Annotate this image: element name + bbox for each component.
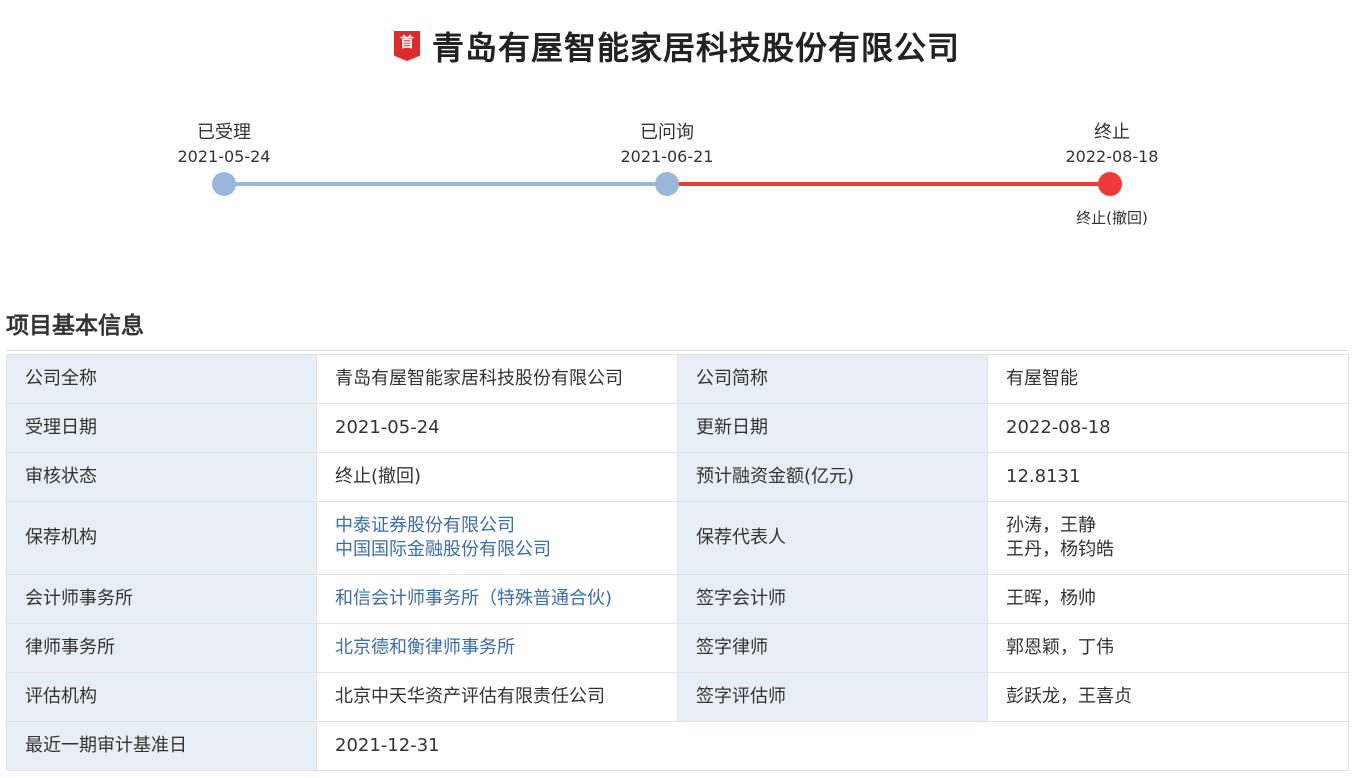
sponsor-link[interactable]: 中泰证券股份有限公司 (335, 514, 659, 538)
update-date-label: 更新日期 (677, 403, 988, 453)
company-full-name-value: 青岛有屋智能家居科技股份有限公司 (316, 354, 678, 404)
planned-financing-label: 预计融资金额(亿元) (677, 452, 988, 502)
table-row: 受理日期 2021-05-24 更新日期 2022-08-18 (6, 403, 1349, 453)
company-short-name-value: 有屋智能 (987, 354, 1349, 404)
timeline-segment-inquired-to-terminated (667, 182, 1110, 186)
timeline-step-status: 终止(撤回) (1076, 209, 1148, 227)
sponsor-reps-line: 王丹，杨钧皓 (1006, 539, 1114, 560)
table-row: 保荐机构 中泰证券股份有限公司 中国国际金融股份有限公司 保荐代表人 孙涛，王静… (6, 501, 1349, 575)
timeline-node-accepted (212, 172, 236, 196)
sponsor-reps-value: 孙涛，王静 王丹，杨钧皓 (987, 501, 1349, 575)
accounting-firm-link[interactable]: 和信会计师事务所（特殊普通合伙) (335, 588, 612, 609)
signing-appraiser-value: 彭跃龙，王喜贞 (987, 672, 1349, 722)
audit-base-date-value: 2021-12-31 (316, 721, 1349, 771)
law-firm-link[interactable]: 北京德和衡律师事务所 (335, 637, 515, 658)
timeline-step-date: 2021-06-21 (620, 147, 714, 166)
audit-base-date-label: 最近一期审计基准日 (6, 721, 317, 771)
table-row: 最近一期审计基准日 2021-12-31 (6, 721, 1349, 771)
timeline-step-date: 2022-08-18 (1065, 147, 1159, 166)
section-divider (6, 350, 1348, 351)
signing-lawyer-value: 郭恩颖，丁伟 (987, 623, 1349, 673)
timeline-segment-accepted-to-inquired (224, 182, 667, 186)
signing-lawyer-label: 签字律师 (677, 623, 988, 673)
law-firm-value: 北京德和衡律师事务所 (316, 623, 678, 673)
appraisal-firm-label: 评估机构 (6, 672, 317, 722)
signing-accountant-label: 签字会计师 (677, 574, 988, 624)
review-timeline: 已受理 2021-05-24 已问询 2021-06-21 终止 2022-08… (0, 0, 1354, 240)
table-row: 律师事务所 北京德和衡律师事务所 签字律师 郭恩颖，丁伟 (6, 623, 1349, 673)
accounting-firm-value: 和信会计师事务所（特殊普通合伙) (316, 574, 678, 624)
sponsor-reps-label: 保荐代表人 (677, 501, 988, 575)
project-info-table: 公司全称 青岛有屋智能家居科技股份有限公司 公司简称 有屋智能 受理日期 202… (6, 354, 1349, 771)
signing-appraiser-label: 签字评估师 (677, 672, 988, 722)
review-status-label: 审核状态 (6, 452, 317, 502)
planned-financing-value: 12.8131 (987, 452, 1349, 502)
signing-accountant-value: 王晖，杨帅 (987, 574, 1349, 624)
sponsor-value: 中泰证券股份有限公司 中国国际金融股份有限公司 (316, 501, 678, 575)
table-row: 评估机构 北京中天华资产评估有限责任公司 签字评估师 彭跃龙，王喜贞 (6, 672, 1349, 722)
timeline-step-label: 终止 (1094, 122, 1130, 143)
accounting-firm-label: 会计师事务所 (6, 574, 317, 624)
timeline-step-label: 已问询 (640, 122, 694, 143)
appraisal-firm-value: 北京中天华资产评估有限责任公司 (316, 672, 678, 722)
timeline-step-date: 2021-05-24 (177, 147, 271, 166)
update-date-value: 2022-08-18 (987, 403, 1349, 453)
sponsor-link[interactable]: 中国国际金融股份有限公司 (335, 538, 659, 562)
table-row: 会计师事务所 和信会计师事务所（特殊普通合伙) 签字会计师 王晖，杨帅 (6, 574, 1349, 624)
table-row: 审核状态 终止(撤回) 预计融资金额(亿元) 12.8131 (6, 452, 1349, 502)
table-row: 公司全称 青岛有屋智能家居科技股份有限公司 公司简称 有屋智能 (6, 354, 1349, 404)
timeline-node-inquired (655, 172, 679, 196)
review-status-value: 终止(撤回) (316, 452, 678, 502)
accept-date-value: 2021-05-24 (316, 403, 678, 453)
company-short-name-label: 公司简称 (677, 354, 988, 404)
sponsor-label: 保荐机构 (6, 501, 317, 575)
accept-date-label: 受理日期 (6, 403, 317, 453)
company-full-name-label: 公司全称 (6, 354, 317, 404)
timeline-node-terminated (1098, 172, 1122, 196)
law-firm-label: 律师事务所 (6, 623, 317, 673)
sponsor-reps-line: 孙涛，王静 (1006, 515, 1096, 536)
section-title: 项目基本信息 (6, 313, 144, 339)
timeline-step-label: 已受理 (197, 122, 251, 143)
